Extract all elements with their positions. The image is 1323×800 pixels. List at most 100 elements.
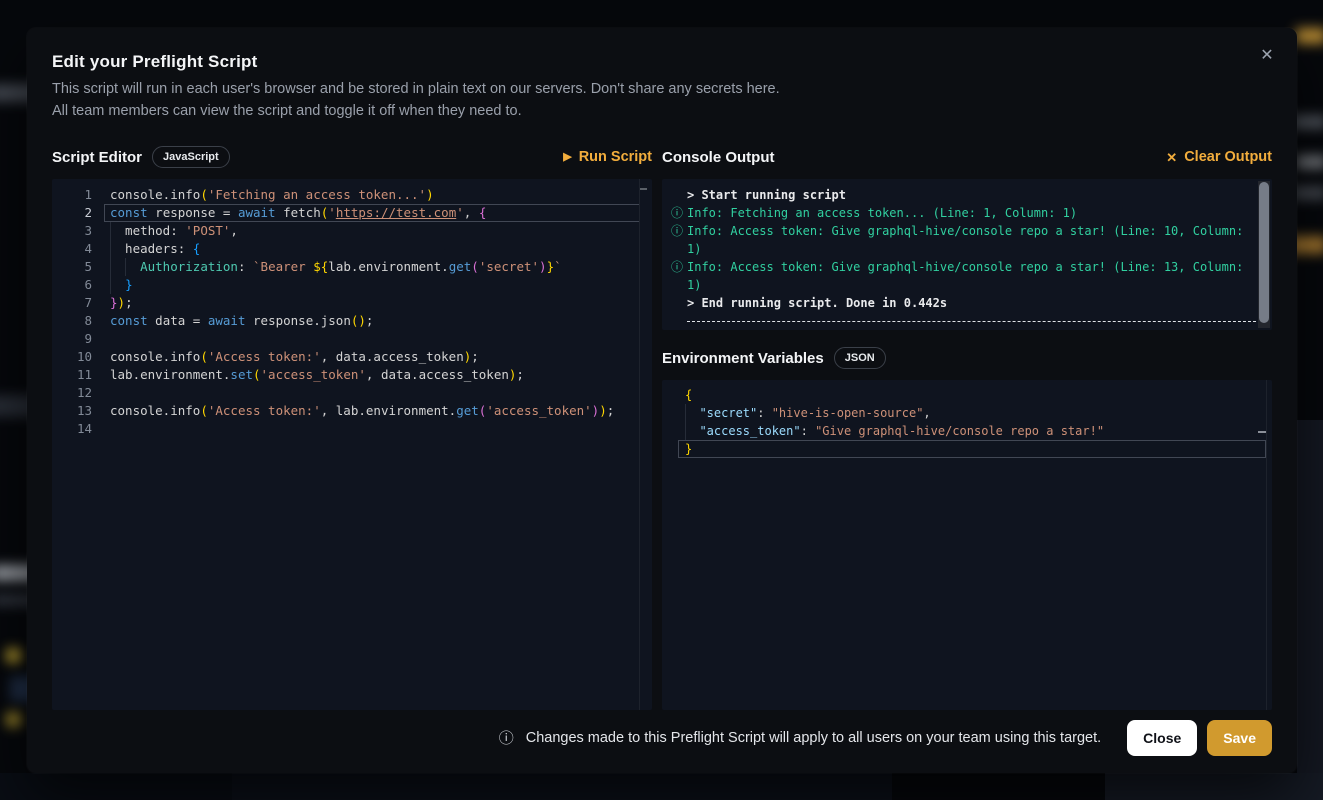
- footer-note: Changes made to this Preflight Script wi…: [526, 730, 1101, 746]
- env-json-line: }: [678, 440, 1266, 458]
- code-content: lab.environment.set('access_token', data…: [104, 366, 640, 384]
- code-token: [685, 404, 699, 422]
- save-button[interactable]: Save: [1207, 720, 1272, 756]
- code-token: }: [125, 277, 133, 292]
- code-content: });: [104, 294, 640, 312]
- code-content: console.info('Fetching an access token..…: [104, 186, 640, 204]
- code-token: }: [547, 259, 555, 274]
- code-line: 3 method: 'POST',: [52, 222, 652, 240]
- code-token: https://test.com: [336, 205, 456, 220]
- code-token: ': [328, 205, 336, 220]
- info-circle-icon: ⓘ: [667, 222, 687, 258]
- code-token: 'access_token': [486, 403, 591, 418]
- console-line: > Start running script: [667, 186, 1256, 204]
- code-token: get: [456, 403, 479, 418]
- code-token: response =: [148, 205, 238, 220]
- code-line: 10console.info('Access token:', data.acc…: [52, 348, 652, 366]
- code-line: 1console.info('Fetching an access token.…: [52, 186, 652, 204]
- code-token: (: [200, 349, 208, 364]
- code-token: response.json: [246, 313, 351, 328]
- code-token: ,: [923, 404, 930, 422]
- console-line: ⓘInfo: Fetching an access token... (Line…: [667, 204, 1256, 222]
- code-token: }: [685, 440, 692, 458]
- code-token: ;: [125, 295, 133, 310]
- code-token: 'access_token': [261, 367, 366, 382]
- code-line: 12: [52, 384, 652, 402]
- console-scrollbar: [1258, 181, 1270, 328]
- code-line: 6 }: [52, 276, 652, 294]
- clear-icon: ✕: [1166, 151, 1177, 164]
- line-number: 2: [52, 204, 92, 222]
- code-token: ;: [471, 349, 479, 364]
- run-script-button[interactable]: ▶ Run Script: [563, 149, 652, 165]
- clear-output-label: Clear Output: [1184, 149, 1272, 165]
- environment-editor[interactable]: { "secret": "hive-is-open-source", "acce…: [662, 380, 1272, 710]
- line-number: 5: [52, 258, 92, 276]
- dialog-description-line1: This script will run in each user's brow…: [52, 82, 1272, 97]
- dialog-close-button[interactable]: ✕: [1253, 42, 1281, 70]
- code-content: [104, 384, 640, 402]
- console-line-gutter: [667, 186, 687, 204]
- backdrop-panel: [1297, 420, 1323, 800]
- javascript-badge: JavaScript: [152, 146, 230, 168]
- code-token: console.info: [110, 187, 200, 202]
- code-token: (: [200, 187, 208, 202]
- console-line-text: > Start running script: [687, 186, 1256, 204]
- code-token: {: [479, 205, 487, 220]
- line-number: 9: [52, 330, 92, 348]
- code-token: headers:: [110, 241, 193, 256]
- code-token: `Bearer: [253, 259, 313, 274]
- code-line: 2 const response = await fetch('https://t…: [52, 204, 652, 222]
- code-content: console.info('Access token:', lab.enviro…: [104, 402, 640, 420]
- console-line: ⓘInfo: Access token: Give graphql-hive/c…: [667, 222, 1256, 258]
- code-content: const data = await response.json();: [104, 312, 640, 330]
- code-token: 'secret': [479, 259, 539, 274]
- console-line: ⓘInfo: Access token: Give graphql-hive/c…: [667, 258, 1256, 294]
- code-token: [685, 422, 699, 440]
- code-content: headers: {: [104, 240, 640, 258]
- code-content: Authorization: `Bearer ${lab.environment…: [104, 258, 640, 276]
- code-line: 11lab.environment.set('access_token', da…: [52, 366, 652, 384]
- close-button[interactable]: Close: [1127, 720, 1197, 756]
- console-output: > Start running scriptⓘInfo: Fetching an…: [662, 179, 1272, 330]
- code-token: const: [110, 313, 148, 328]
- code-content: [104, 420, 640, 438]
- code-line: 8const data = await response.json();: [52, 312, 652, 330]
- console-line: > End running script. Done in 0.442s: [667, 294, 1256, 312]
- code-token: const: [110, 205, 148, 220]
- indent-guide: [685, 404, 686, 440]
- dialog-description-line2: All team members can view the script and…: [52, 104, 1272, 119]
- backdrop-smudge: [1296, 155, 1323, 169]
- code-line: 7});: [52, 294, 652, 312]
- code-token: ): [539, 259, 547, 274]
- env-json-line: "secret": "hive-is-open-source",: [678, 404, 1266, 422]
- code-line: 14: [52, 420, 652, 438]
- code-content: console.info('Access token:', data.acces…: [104, 348, 640, 366]
- line-number: 3: [52, 222, 92, 240]
- line-number: 4: [52, 240, 92, 258]
- editor-scroll-track: [1266, 380, 1267, 710]
- code-token: {: [193, 241, 201, 256]
- code-token: "Give graphql-hive/console repo a star!": [815, 422, 1104, 440]
- code-content: const response = await fetch('https://te…: [104, 204, 640, 222]
- code-token: `: [554, 259, 562, 274]
- line-number: 13: [52, 402, 92, 420]
- code-token: :: [801, 422, 815, 440]
- code-token: ): [599, 403, 607, 418]
- code-token: await: [208, 313, 246, 328]
- console-line-text: Info: Access token: Give graphql-hive/co…: [687, 258, 1256, 294]
- code-token: :: [238, 259, 253, 274]
- backdrop-panel: [1105, 773, 1323, 800]
- code-token: (: [253, 367, 261, 382]
- info-circle-icon: ⓘ: [667, 258, 687, 294]
- code-token: console.info: [110, 403, 200, 418]
- console-scrollbar-thumb[interactable]: [1259, 182, 1269, 323]
- code-token: ;: [366, 313, 374, 328]
- code-line: 4 headers: {: [52, 240, 652, 258]
- script-editor[interactable]: 1console.info('Fetching an access token.…: [52, 179, 652, 710]
- clear-output-button[interactable]: ✕ Clear Output: [1166, 149, 1272, 165]
- backdrop-smudge: [6, 648, 21, 663]
- code-token: (: [471, 259, 479, 274]
- page-title: Edit your Preflight Script: [52, 52, 1272, 72]
- json-badge: JSON: [834, 347, 886, 369]
